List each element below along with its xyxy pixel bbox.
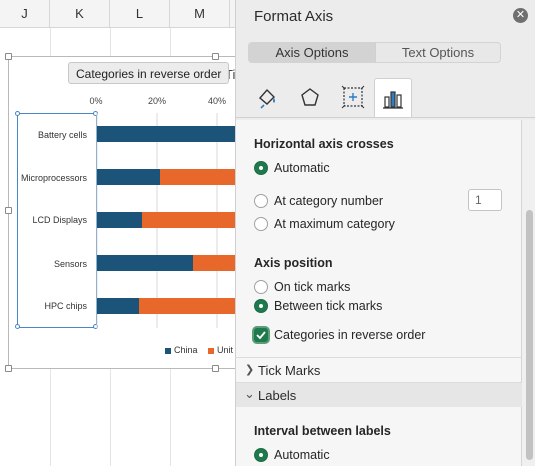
fill-line-icon[interactable]: [248, 78, 286, 116]
option-label: At maximum category: [274, 217, 395, 231]
category-number-input[interactable]: 1: [468, 189, 502, 211]
chevron-down-icon: ⌄: [244, 386, 255, 401]
bar-china[interactable]: [97, 212, 142, 228]
section-label: Tick Marks: [258, 363, 321, 378]
section-heading-crosses: Horizontal axis crosses: [254, 137, 394, 151]
spreadsheet-area: J K L M Ti Categories in reverse order 0…: [0, 0, 235, 466]
bar-unit[interactable]: [160, 169, 235, 185]
option-label: Automatic: [274, 448, 330, 462]
chevron-right-icon: ❯: [245, 364, 255, 376]
radio-button-selected[interactable]: [254, 299, 268, 313]
pane-title: Format Axis: [254, 8, 334, 25]
bar-unit[interactable]: [139, 298, 235, 314]
radio-button[interactable]: [254, 217, 268, 231]
bar-unit[interactable]: [193, 255, 235, 271]
option-label: On tick marks: [274, 280, 351, 294]
legend-swatch: [208, 347, 214, 354]
section-tick-marks[interactable]: ❯ Tick Marks: [236, 357, 522, 382]
legend-label: China: [174, 345, 198, 355]
radio-crosses-automatic[interactable]: Automatic: [254, 159, 330, 177]
radio-on-tick-marks[interactable]: On tick marks: [254, 278, 350, 296]
axis-options-bars-icon[interactable]: [374, 78, 412, 118]
radio-crosses-category-number[interactable]: At category number: [254, 192, 383, 210]
format-axis-pane: Format Axis ✕ Axis Options Text Options: [235, 0, 535, 466]
section-labels[interactable]: ⌄ Labels: [236, 382, 522, 407]
legend-label: Unit: [217, 345, 234, 355]
bar-china[interactable]: [97, 255, 193, 271]
pane-body: Horizontal axis crosses Automatic At cat…: [236, 120, 522, 466]
option-label: Categories in reverse order: [274, 328, 426, 342]
section-heading-axis-position: Axis position: [254, 256, 333, 270]
legend-item-china: China: [165, 345, 198, 355]
option-label: Between tick marks: [274, 299, 383, 313]
radio-button[interactable]: [254, 194, 268, 208]
bar-unit[interactable]: [142, 212, 235, 228]
bars-svg: [96, 113, 235, 328]
pane-scrollbar[interactable]: [522, 120, 535, 466]
divider: [236, 117, 535, 118]
radio-crosses-maximum[interactable]: At maximum category: [254, 215, 395, 233]
legend-item-unit: Unit: [208, 345, 233, 355]
tab-axis-options[interactable]: Axis Options: [249, 43, 375, 62]
radio-between-tick-marks[interactable]: Between tick marks: [254, 297, 382, 315]
option-label: Automatic: [274, 161, 330, 175]
radio-button[interactable]: [254, 280, 268, 294]
section-label: Labels: [258, 388, 297, 403]
bar-china[interactable]: [97, 298, 139, 314]
excel-window: J K L M Ti Categories in reverse order 0…: [0, 0, 535, 466]
close-icon[interactable]: ✕: [513, 8, 528, 23]
checkmark-icon: [256, 331, 266, 340]
effects-pentagon-icon[interactable]: [291, 78, 329, 116]
size-properties-icon[interactable]: [334, 78, 372, 116]
bar-china[interactable]: [97, 169, 160, 185]
radio-interval-automatic[interactable]: Automatic: [254, 446, 330, 464]
radio-button-selected[interactable]: [254, 448, 268, 462]
scrollbar-thumb[interactable]: [526, 210, 533, 460]
bar-china[interactable]: [97, 126, 235, 142]
radio-button-selected[interactable]: [254, 161, 268, 175]
checkbox-categories-reverse-order[interactable]: Categories in reverse order: [254, 326, 425, 344]
options-tab-switcher: Axis Options Text Options: [248, 42, 501, 63]
checkbox-checked[interactable]: [254, 328, 268, 342]
section-heading-interval: Interval between labels: [254, 424, 391, 438]
legend-swatch: [165, 347, 171, 354]
tab-text-options[interactable]: Text Options: [375, 43, 500, 62]
option-label: At category number: [274, 194, 384, 208]
